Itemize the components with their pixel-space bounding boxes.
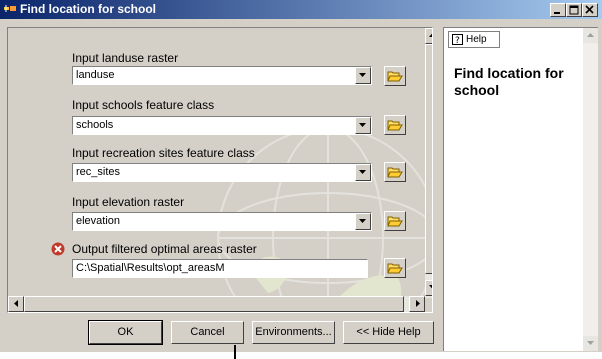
svg-text:?: ? — [455, 36, 460, 45]
landuse-value: landuse — [76, 69, 115, 81]
chevron-down-icon — [359, 123, 366, 127]
elevation-value: elevation — [76, 215, 121, 227]
open-folder-icon — [387, 71, 403, 82]
open-folder-icon — [387, 167, 403, 178]
pointer-callout-line — [234, 345, 236, 359]
minimize-icon — [554, 12, 560, 14]
chevron-up-icon — [587, 33, 594, 37]
chevron-up-icon — [429, 33, 432, 37]
chevron-down-icon — [359, 73, 366, 77]
open-folder-icon — [387, 263, 403, 274]
landuse-dropdown-button[interactable] — [355, 67, 371, 84]
schools-combobox[interactable]: schools — [72, 116, 372, 135]
output-path-value: C:\Spatial\Results\opt_areasM — [76, 262, 225, 274]
rec-sites-browse-button[interactable] — [384, 162, 406, 182]
minimize-button[interactable] — [550, 3, 566, 17]
schools-dropdown-button[interactable] — [355, 117, 371, 134]
rec-sites-dropdown-button[interactable] — [355, 164, 371, 181]
scroll-left-button[interactable] — [8, 296, 24, 312]
toolbox-icon — [4, 5, 16, 12]
chevron-down-icon — [359, 170, 366, 174]
open-folder-icon — [387, 216, 403, 227]
param-label-rec-sites: Input recreation sites feature class — [72, 146, 255, 160]
hide-help-button[interactable]: << Hide Help — [343, 321, 434, 344]
help-vertical-scrollbar[interactable] — [583, 28, 598, 351]
params-horizontal-scrollbar[interactable] — [8, 296, 425, 312]
error-icon — [51, 242, 65, 256]
chevron-down-icon — [359, 219, 366, 223]
parameters-panel: Input landuse raster landuse Input schoo… — [7, 27, 433, 313]
scroll-up-button[interactable] — [425, 28, 432, 44]
maximize-button[interactable] — [566, 3, 582, 17]
param-label-schools: Input schools feature class — [72, 98, 215, 112]
output-browse-button[interactable] — [384, 258, 406, 278]
chevron-down-icon — [587, 341, 594, 345]
help-title: Find location for school — [454, 65, 564, 98]
title-bar[interactable]: Find location for school — [0, 0, 602, 19]
landuse-combobox[interactable]: landuse — [72, 66, 372, 85]
maximize-icon — [569, 5, 579, 15]
param-label-landuse: Input landuse raster — [72, 51, 179, 65]
close-icon — [585, 5, 594, 14]
scroll-thumb[interactable] — [425, 44, 432, 274]
environments-button[interactable]: Environments... — [252, 321, 335, 344]
elevation-browse-button[interactable] — [384, 211, 406, 231]
cancel-button[interactable]: Cancel — [171, 321, 244, 344]
hscroll-thumb[interactable] — [24, 296, 404, 312]
output-path-input[interactable]: C:\Spatial\Results\opt_areasM — [72, 259, 368, 278]
help-scroll-down-button[interactable] — [583, 336, 598, 351]
open-folder-icon — [387, 120, 403, 131]
tool-dialog-window: Find location for school Input landuse r… — [0, 0, 602, 352]
help-scroll-up-button[interactable] — [583, 28, 598, 43]
chevron-left-icon — [14, 300, 18, 307]
rec-sites-combobox[interactable]: rec_sites — [72, 163, 372, 182]
elevation-combobox[interactable]: elevation — [72, 212, 372, 231]
schools-value: schools — [76, 119, 114, 131]
schools-browse-button[interactable] — [384, 115, 406, 135]
rec-sites-value: rec_sites — [76, 166, 121, 178]
param-label-output: Output filtered optimal areas raster — [72, 242, 257, 256]
params-vertical-scrollbar[interactable] — [425, 28, 432, 298]
help-icon: ? — [452, 34, 463, 45]
help-panel: ? Help Find location for school — [443, 27, 598, 351]
landuse-browse-button[interactable] — [384, 66, 406, 86]
chevron-down-icon — [429, 285, 432, 289]
window-title: Find location for school — [20, 2, 156, 16]
elevation-dropdown-button[interactable] — [355, 213, 371, 230]
help-tab[interactable]: ? Help — [448, 31, 500, 48]
close-button[interactable] — [582, 3, 598, 17]
param-label-elevation: Input elevation raster — [72, 195, 185, 209]
help-tab-label: Help — [466, 34, 487, 45]
ok-button[interactable]: OK — [88, 320, 163, 345]
chevron-right-icon — [416, 300, 420, 307]
scroll-right-button[interactable] — [409, 296, 425, 312]
scroll-down-button[interactable] — [425, 280, 432, 296]
